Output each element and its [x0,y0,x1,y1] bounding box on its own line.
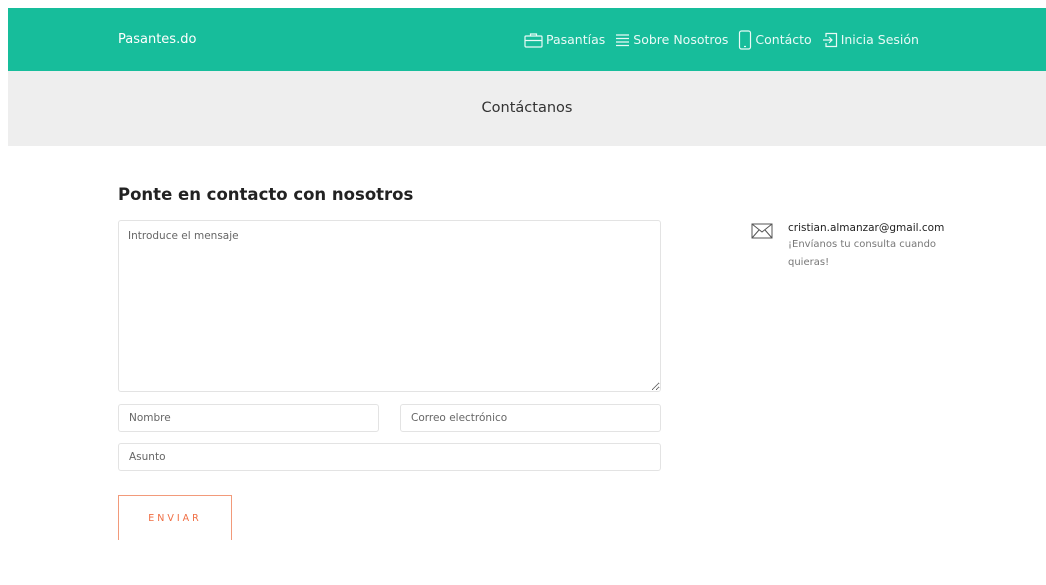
nav-menu: Pasantías Sobre Nosotros Contácto Inicia… [524,8,919,71]
nav-item-label: Inicia Sesión [840,32,919,47]
nav-item-pasantias[interactable]: Pasantías [524,32,605,48]
nav-item-label: Contácto [755,32,812,47]
sign-in-icon [822,32,837,47]
page-header-banner: Contáctanos [8,71,1046,146]
briefcase-icon [524,32,543,48]
contact-email: cristian.almanzar@gmail.com [788,222,945,234]
nav-item-inicia-sesion[interactable]: Inicia Sesión [822,32,919,48]
page: Pasantes.do Pasantías Sobre Nosotros Con… [8,8,1046,585]
subject-input[interactable] [118,443,661,471]
email-input[interactable] [400,404,661,432]
nav-item-contacto[interactable]: Contácto [738,29,812,50]
send-button[interactable]: ENVIAR [118,495,232,540]
nav-item-label: Sobre Nosotros [633,32,729,47]
name-input[interactable] [118,404,379,432]
contact-note: ¡Envíanos tu consulta cuando quieras! [788,239,937,268]
smartphone-icon [739,29,752,50]
page-title: Contáctanos [481,100,573,116]
nav-item-label: Pasantías [546,32,606,47]
nav-item-sobre-nosotros[interactable]: Sobre Nosotros [615,32,728,47]
contact-form-title: Ponte en contacto con nosotros [118,185,414,204]
navbar: Pasantes.do Pasantías Sobre Nosotros Con… [8,8,1046,71]
message-textarea[interactable] [118,220,661,392]
menu-lines-icon [616,33,630,46]
envelope-icon [751,223,773,239]
brand-logo-link[interactable]: Pasantes.do [118,32,196,47]
